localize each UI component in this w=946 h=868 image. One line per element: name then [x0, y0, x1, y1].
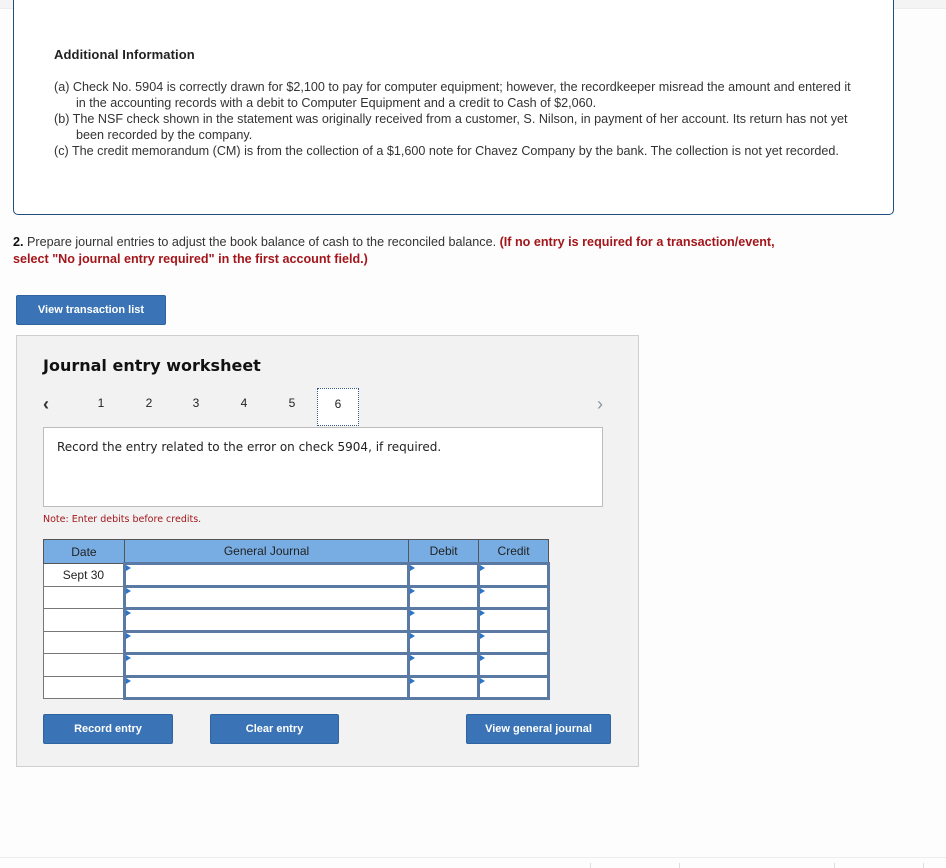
- debit-input[interactable]: [407, 607, 481, 633]
- credit-input[interactable]: [477, 629, 550, 655]
- debit-input[interactable]: [407, 629, 481, 655]
- tab-4[interactable]: 4: [233, 393, 255, 413]
- credit-input[interactable]: [477, 584, 550, 610]
- credit-input[interactable]: [477, 607, 550, 633]
- question-prompt: 2. Prepare journal entries to adjust the…: [13, 234, 793, 268]
- footer-tick: [590, 863, 591, 868]
- date-cell: [43, 585, 125, 609]
- date-cell: [43, 675, 125, 699]
- table-row: [43, 584, 550, 610]
- table-row: [43, 674, 550, 700]
- info-item-c: (c) The credit memorandum (CM) is from t…: [54, 144, 839, 158]
- additional-information-list: (a) Check No. 5904 is correctly drawn fo…: [54, 79, 854, 159]
- header-date: Date: [43, 539, 125, 564]
- debit-input[interactable]: [407, 562, 481, 588]
- date-cell: [43, 630, 125, 654]
- clear-entry-button[interactable]: Clear entry: [210, 714, 339, 744]
- credit-input[interactable]: [477, 562, 550, 588]
- table-row: Sept 30: [43, 562, 550, 588]
- info-item-a: (a) Check No. 5904 is correctly drawn fo…: [54, 80, 851, 110]
- info-item-b: (b) The NSF check shown in the statement…: [54, 112, 848, 142]
- debit-input[interactable]: [407, 674, 481, 700]
- account-input[interactable]: [122, 562, 411, 588]
- header-debit: Debit: [408, 539, 480, 564]
- account-input[interactable]: [122, 652, 411, 678]
- credit-input[interactable]: [477, 674, 550, 700]
- footer-tick: [923, 863, 924, 868]
- entry-prompt-text: Record the entry related to the error on…: [57, 440, 442, 454]
- question-number: 2.: [13, 235, 24, 249]
- tab-5[interactable]: 5: [281, 393, 303, 413]
- additional-information-panel: Additional Information (a) Check No. 590…: [13, 0, 894, 215]
- header-credit: Credit: [478, 539, 549, 564]
- journal-entry-worksheet: Journal entry worksheet ‹ 1 2 3 4 5 6 › …: [16, 335, 639, 767]
- date-cell: Sept 30: [43, 563, 125, 587]
- header-general-journal: General Journal: [123, 539, 410, 564]
- view-transaction-list-button[interactable]: View transaction list: [16, 295, 166, 325]
- chevron-left-icon[interactable]: ‹: [43, 394, 49, 415]
- record-entry-button[interactable]: Record entry: [43, 714, 173, 744]
- footer-tick: [679, 863, 680, 868]
- table-row: [43, 607, 550, 633]
- credit-input[interactable]: [477, 652, 550, 678]
- tab-1[interactable]: 1: [90, 393, 112, 413]
- account-input[interactable]: [122, 584, 411, 610]
- journal-entry-table: Date General Journal Debit Credit Sept 3…: [43, 539, 550, 700]
- tab-2[interactable]: 2: [138, 393, 160, 413]
- tab-6[interactable]: 6: [317, 388, 359, 426]
- account-input[interactable]: [122, 674, 411, 700]
- debit-input[interactable]: [407, 652, 481, 678]
- view-general-journal-button[interactable]: View general journal: [466, 714, 611, 744]
- account-input[interactable]: [122, 607, 411, 633]
- worksheet-title: Journal entry worksheet: [43, 356, 261, 375]
- table-header-row: Date General Journal Debit Credit: [43, 539, 549, 564]
- question-text: Prepare journal entries to adjust the bo…: [23, 235, 500, 249]
- table-row: [43, 652, 550, 678]
- debits-before-credits-note: Note: Enter debits before credits.: [43, 514, 202, 525]
- footer-tick: [834, 863, 835, 868]
- entry-prompt-box: Record the entry related to the error on…: [43, 427, 603, 507]
- additional-information-title: Additional Information: [54, 47, 195, 62]
- footer-divider: [0, 857, 946, 858]
- date-cell: [43, 653, 125, 677]
- account-input[interactable]: [122, 629, 411, 655]
- table-row: [43, 629, 550, 655]
- date-cell: [43, 608, 125, 632]
- tab-3[interactable]: 3: [185, 393, 207, 413]
- chevron-right-icon[interactable]: ›: [597, 394, 603, 415]
- debit-input[interactable]: [407, 584, 481, 610]
- worksheet-tab-nav: ‹ 1 2 3 4 5 6 ›: [17, 388, 638, 427]
